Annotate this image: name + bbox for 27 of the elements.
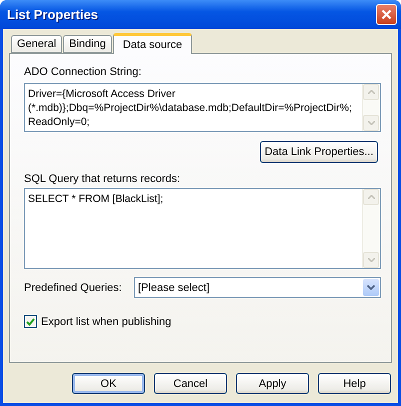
close-icon bbox=[381, 9, 392, 20]
dialog-button[interactable]: Help bbox=[318, 373, 391, 394]
scroll-up-button[interactable] bbox=[363, 84, 379, 100]
scroll-down-button[interactable] bbox=[363, 115, 379, 131]
field-label: SQL Query that returns records: bbox=[24, 173, 180, 185]
data-link-properties-button[interactable]: Data Link Properties... bbox=[260, 141, 378, 163]
tab[interactable]: Binding bbox=[63, 35, 112, 53]
checkmark-icon bbox=[26, 318, 35, 326]
scrollbar[interactable] bbox=[362, 189, 380, 268]
field-label: Predefined Queries: bbox=[24, 282, 122, 294]
window-title: List Properties bbox=[7, 7, 98, 22]
checkbox-label: Export list when publishing bbox=[41, 316, 172, 328]
scroll-down-button[interactable] bbox=[363, 252, 379, 268]
field-label: ADO Connection String: bbox=[24, 66, 142, 78]
dialog-button[interactable]: Cancel bbox=[154, 373, 227, 394]
scroll-up-button[interactable] bbox=[363, 189, 379, 205]
dialog-button[interactable]: Apply bbox=[236, 373, 309, 394]
tab[interactable]: General bbox=[11, 35, 62, 53]
checkbox[interactable] bbox=[24, 315, 37, 328]
chevron-down-icon bbox=[367, 285, 375, 290]
dialog-button[interactable]: OK bbox=[72, 373, 145, 394]
predefined-queries-dropdown[interactable]: [Please select] bbox=[134, 277, 381, 298]
sql-query-field[interactable]: SELECT * FROM [BlackList]; bbox=[24, 188, 381, 269]
close-button[interactable] bbox=[376, 4, 397, 25]
connection-string-field[interactable]: Driver={Microsoft Access Driver (*.mdb)};Dbq=%ProjectDir%\database.mdb;DefaultDir=%ProjectDir%;ReadOnly=0; bbox=[24, 83, 381, 132]
tab[interactable]: Data source bbox=[112, 33, 192, 54]
scrollbar[interactable] bbox=[362, 84, 380, 131]
